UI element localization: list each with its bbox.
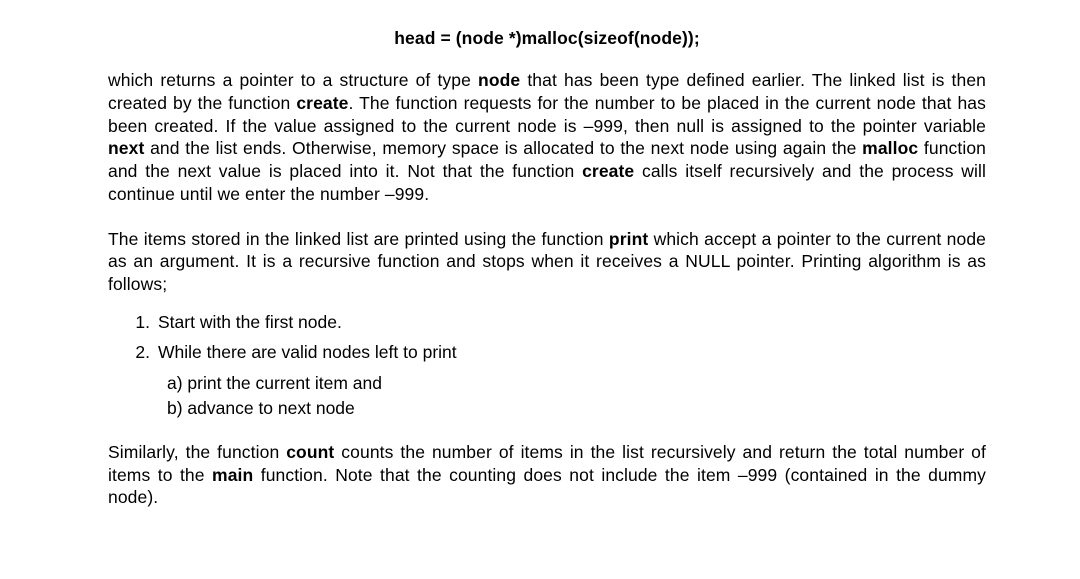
bold-count: count: [286, 442, 334, 462]
p1-text-a: which returns a pointer to a structure o…: [108, 70, 478, 90]
p3-text-a: Similarly, the function: [108, 442, 286, 462]
list-item: While there are valid nodes left to prin…: [158, 342, 986, 419]
sub-list-item: a) print the current item and: [167, 373, 986, 394]
bold-malloc: malloc: [862, 138, 918, 158]
bold-create-1: create: [296, 93, 348, 113]
code-heading: head = (node *)malloc(sizeof(node));: [108, 28, 986, 49]
paragraph-1: which returns a pointer to a structure o…: [108, 69, 986, 206]
list-item: Start with the first node.: [158, 312, 986, 333]
document-page: head = (node *)malloc(sizeof(node)); whi…: [0, 0, 1080, 509]
bold-node: node: [478, 70, 520, 90]
p2-text-a: The items stored in the linked list are …: [108, 229, 609, 249]
bold-print: print: [609, 229, 648, 249]
list-item-text: While there are valid nodes left to prin…: [158, 342, 457, 362]
list-item-text: Start with the first node.: [158, 312, 342, 332]
paragraph-3: Similarly, the function count counts the…: [108, 441, 986, 509]
p1-text-e: and the list ends. Otherwise, memory spa…: [144, 138, 862, 158]
sub-list-item: b) advance to next node: [167, 398, 986, 419]
sub-list: a) print the current item and b) advance…: [158, 373, 986, 419]
paragraph-2: The items stored in the linked list are …: [108, 228, 986, 296]
bold-create-2: create: [582, 161, 634, 181]
algorithm-list: Start with the first node. While there a…: [108, 312, 986, 419]
bold-next: next: [108, 138, 144, 158]
bold-main: main: [212, 465, 253, 485]
